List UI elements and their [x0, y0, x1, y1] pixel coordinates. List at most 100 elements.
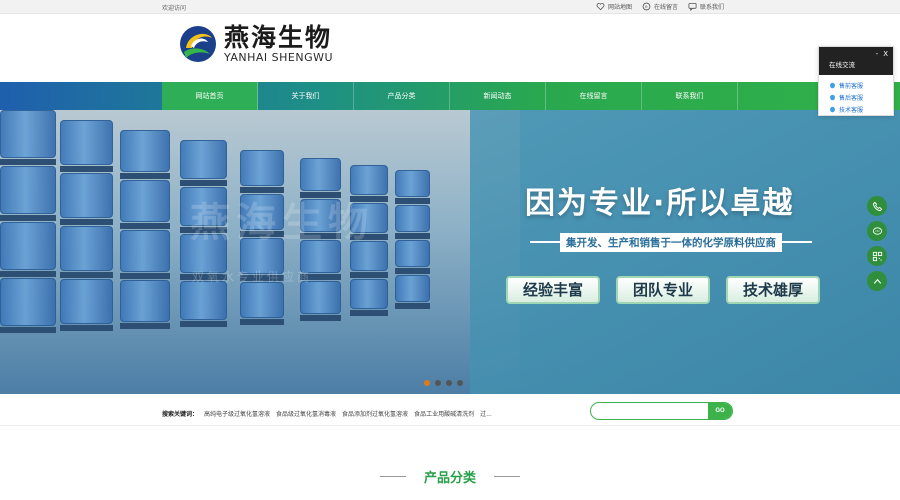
- main-nav-bar: 网站首页 关于我们 产品分类 新闻动态 在线留言 联系我们: [0, 82, 900, 110]
- pallet-shape: [0, 327, 56, 333]
- nav-item-about[interactable]: 关于我们: [258, 82, 354, 110]
- drum-shape: [60, 120, 113, 165]
- keyword-link[interactable]: 食品级过氧化氢消毒液: [276, 409, 336, 418]
- drum-shape: [240, 282, 284, 318]
- phone-icon: [872, 201, 882, 211]
- keyword-link[interactable]: 高纯电子级过氧化氢溶液: [204, 409, 270, 418]
- drum-shape: [0, 222, 56, 270]
- heading-divider-right: [494, 476, 520, 477]
- pallet-shape: [120, 273, 170, 279]
- chat-minimize-button[interactable]: -: [876, 50, 879, 58]
- pallet-shape: [300, 315, 341, 321]
- side-phone-button[interactable]: [867, 196, 887, 216]
- main-nav: 网站首页 关于我们 产品分类 新闻动态 在线留言 联系我们: [162, 82, 738, 110]
- logo-chinese-name: 燕海生物: [224, 23, 333, 52]
- drum-shape: [395, 205, 430, 232]
- qq-icon: [830, 82, 835, 88]
- side-back-to-top-button[interactable]: [867, 271, 887, 291]
- pallet-shape: [120, 173, 170, 179]
- drum-shape: [120, 180, 170, 222]
- drum-shape: [0, 110, 56, 158]
- site-logo[interactable]: 燕海生物 YANHAI SHENGWU: [178, 24, 333, 64]
- keyword-link[interactable]: 过...: [480, 409, 492, 418]
- pallet-shape: [350, 272, 388, 278]
- chat-item-presales[interactable]: 售前客服: [829, 79, 893, 91]
- search-go-button[interactable]: GO: [708, 403, 732, 419]
- chat-list: 售前客服 售后客服 技术客服: [819, 75, 893, 115]
- drum-shape: [300, 158, 341, 191]
- drum-shape: [180, 140, 227, 179]
- pallet-shape: [180, 180, 227, 186]
- nav-item-contact[interactable]: 联系我们: [642, 82, 738, 110]
- banner-overlay: [470, 110, 900, 394]
- heart-icon: [596, 3, 605, 11]
- nav-item-news[interactable]: 新闻动态: [450, 82, 546, 110]
- drum-shape: [60, 226, 113, 271]
- pallet-shape: [60, 325, 113, 331]
- pallet-shape: [0, 215, 56, 221]
- slider-dot[interactable]: [457, 380, 463, 386]
- top-link-contact[interactable]: 联系我们: [688, 2, 724, 11]
- banner-badge: 经验丰富: [506, 276, 600, 304]
- online-chat-panel: 在线交流 - X 售前客服 售后客服 技术客服: [818, 46, 894, 116]
- drum-shape: [395, 170, 430, 197]
- drum-shape: [240, 150, 284, 186]
- slider-dot[interactable]: [424, 380, 430, 386]
- drum-shape: [180, 281, 227, 320]
- qq-icon: [830, 94, 835, 100]
- top-link-sitemap[interactable]: 网站地图: [596, 2, 632, 11]
- chat-header: 在线交流 - X: [819, 47, 893, 75]
- keyword-link[interactable]: 食品添加剂过氧化氢溶液: [342, 409, 408, 418]
- qrcode-icon: [872, 251, 882, 261]
- slider-dots: [424, 380, 463, 386]
- chat-title: 在线交流: [829, 61, 855, 69]
- drum-shape: [60, 173, 113, 218]
- banner-slogan: 因为专业·所以卓越: [525, 186, 795, 221]
- nav-item-products[interactable]: 产品分类: [354, 82, 450, 110]
- pallet-shape: [60, 166, 113, 172]
- nav-item-message[interactable]: 在线留言: [546, 82, 642, 110]
- pallet-shape: [0, 159, 56, 165]
- pallet-shape: [120, 223, 170, 229]
- logo-english-name: YANHAI SHENGWU: [224, 51, 334, 64]
- pallet-shape: [0, 271, 56, 277]
- banner-badge: 团队专业: [616, 276, 710, 304]
- keyword-link[interactable]: 食品工业用酸碱清洗剂: [414, 409, 474, 418]
- top-link-label: 联系我们: [700, 4, 725, 11]
- slider-dot[interactable]: [446, 380, 452, 386]
- drum-shape: [120, 280, 170, 322]
- pallet-shape: [395, 198, 430, 204]
- nav-item-home[interactable]: 网站首页: [162, 82, 258, 110]
- chat-close-button[interactable]: X: [883, 50, 888, 58]
- chat-item-label: 售前客服: [839, 82, 864, 90]
- logo-mark-icon: [180, 26, 216, 62]
- qq-icon: [830, 106, 835, 112]
- chat-item-tech[interactable]: 技术客服: [829, 103, 893, 115]
- drum-shape: [395, 240, 430, 267]
- top-bar: 欢迎访问 网站地图 e 在线留言 联系我们: [0, 0, 900, 14]
- drum-shape: [0, 166, 56, 214]
- floating-side-buttons: [867, 196, 887, 291]
- drum-shape: [300, 281, 341, 314]
- side-qrcode-button[interactable]: [867, 246, 887, 266]
- banner-photo: [0, 110, 520, 394]
- svg-text:e: e: [645, 4, 648, 9]
- section-heading: 产品分类: [0, 466, 900, 486]
- drum-shape: [0, 278, 56, 326]
- pallet-shape: [395, 233, 430, 239]
- slider-dot[interactable]: [435, 380, 441, 386]
- banner-badge: 技术雄厚: [726, 276, 820, 304]
- pallet-shape: [395, 268, 430, 274]
- pallet-shape: [60, 219, 113, 225]
- top-link-message[interactable]: e 在线留言: [642, 2, 678, 11]
- search-input[interactable]: [591, 403, 708, 419]
- side-wechat-button[interactable]: [867, 221, 887, 241]
- pallet-shape: [240, 319, 284, 325]
- chat-item-label: 技术客服: [839, 106, 864, 114]
- chat-icon: [688, 2, 697, 11]
- banner-sub-slogan-wrap: 集开发、生产和销售于一体的化学原料供应商: [530, 232, 812, 252]
- hero-banner[interactable]: 燕海生物 双氧水专业供应商 因为专业·所以卓越 集开发、生产和销售于一体的化学原…: [0, 110, 900, 394]
- chat-item-aftersales[interactable]: 售后客服: [829, 91, 893, 103]
- top-link-label: 在线留言: [654, 4, 679, 11]
- top-link-label: 网站地图: [608, 4, 633, 11]
